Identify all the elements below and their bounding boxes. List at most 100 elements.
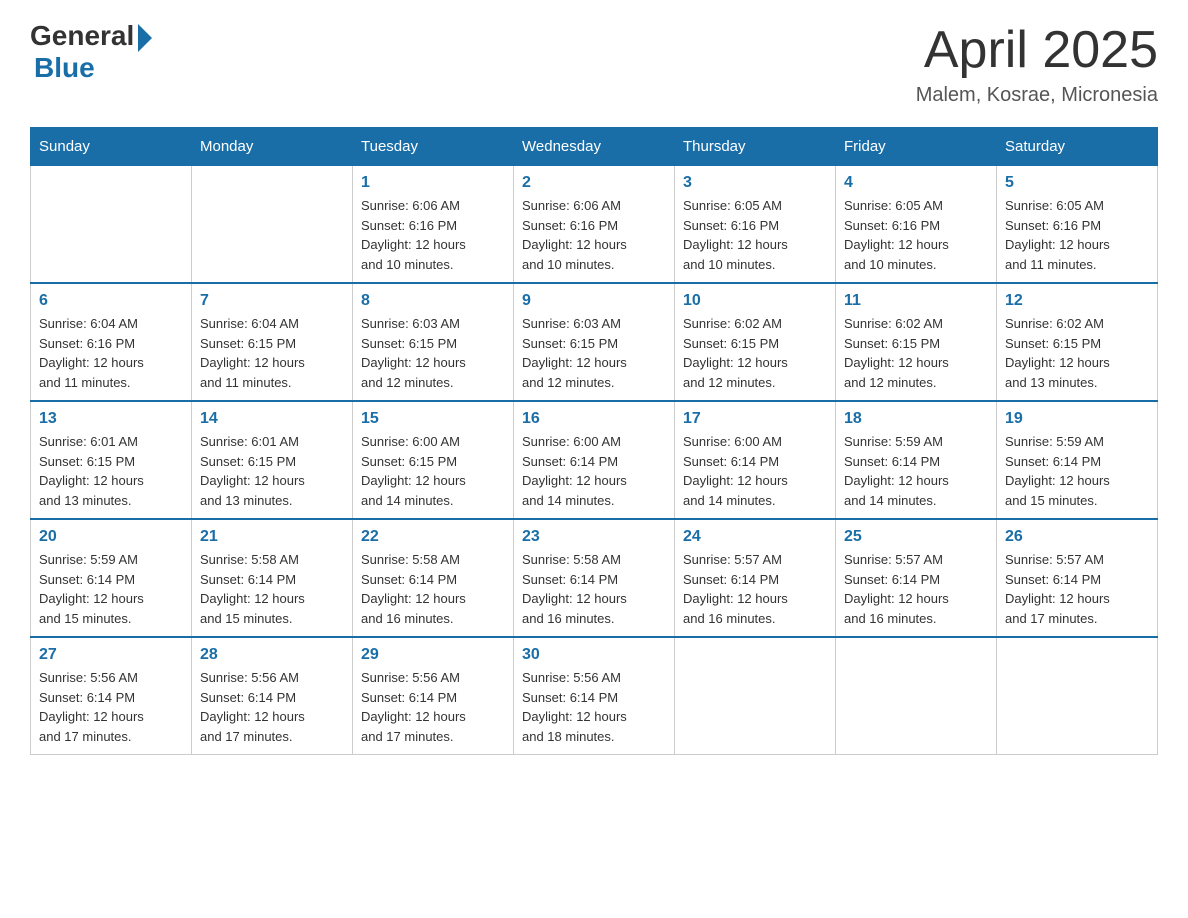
calendar-cell: 2 Sunrise: 6:06 AM Sunset: 6:16 PM Daylig…: [514, 166, 675, 284]
calendar-cell: 8 Sunrise: 6:03 AM Sunset: 6:15 PM Daylig…: [353, 283, 514, 401]
calendar-cell: 29 Sunrise: 5:56 AM Sunset: 6:14 PM Dayli…: [353, 637, 514, 755]
day-info: Sunrise: 5:57 AM Sunset: 6:14 PM Dayligh…: [844, 550, 988, 628]
logo-blue-text: Blue: [34, 52, 95, 84]
calendar-cell: 26 Sunrise: 5:57 AM Sunset: 6:14 PM Dayli…: [997, 519, 1158, 637]
calendar-cell: 19 Sunrise: 5:59 AM Sunset: 6:14 PM Dayli…: [997, 401, 1158, 519]
day-number: 21: [200, 528, 344, 546]
day-info: Sunrise: 5:57 AM Sunset: 6:14 PM Dayligh…: [1005, 550, 1149, 628]
day-number: 7: [200, 292, 344, 310]
day-info: Sunrise: 6:06 AM Sunset: 6:16 PM Dayligh…: [522, 196, 666, 274]
calendar-week-row: 13 Sunrise: 6:01 AM Sunset: 6:15 PM Dayli…: [31, 401, 1158, 519]
calendar-cell: 30Sunrise: 5:56 AM Sunset: 6:14 PM Dayli…: [514, 637, 675, 755]
day-number: 28: [200, 646, 344, 664]
day-info: Sunrise: 5:59 AM Sunset: 6:14 PM Dayligh…: [39, 550, 183, 628]
calendar-week-row: 1 Sunrise: 6:06 AM Sunset: 6:16 PM Daylig…: [31, 166, 1158, 284]
title-section: April 2025 Malem, Kosrae, Micronesia: [916, 20, 1158, 107]
logo-arrow-icon: [138, 24, 152, 52]
calendar-cell: 9 Sunrise: 6:03 AM Sunset: 6:15 PM Daylig…: [514, 283, 675, 401]
calendar-week-row: 20 Sunrise: 5:59 AM Sunset: 6:14 PM Dayli…: [31, 519, 1158, 637]
day-number: 13: [39, 410, 183, 428]
day-info: Sunrise: 6:04 AM Sunset: 6:15 PM Dayligh…: [200, 314, 344, 392]
day-info: Sunrise: 6:00 AM Sunset: 6:15 PM Dayligh…: [361, 432, 505, 510]
calendar-cell: 7 Sunrise: 6:04 AM Sunset: 6:15 PM Daylig…: [192, 283, 353, 401]
calendar-cell: [836, 637, 997, 755]
calendar-cell: [675, 637, 836, 755]
day-info: Sunrise: 6:00 AM Sunset: 6:14 PM Dayligh…: [522, 432, 666, 510]
day-number: 23: [522, 528, 666, 546]
calendar-cell: 4 Sunrise: 6:05 AM Sunset: 6:16 PM Daylig…: [836, 166, 997, 284]
calendar-cell: 14 Sunrise: 6:01 AM Sunset: 6:15 PM Dayli…: [192, 401, 353, 519]
calendar-cell: 15 Sunrise: 6:00 AM Sunset: 6:15 PM Dayli…: [353, 401, 514, 519]
calendar-cell: [997, 637, 1158, 755]
day-number: 29: [361, 646, 505, 664]
day-info: Sunrise: 6:00 AM Sunset: 6:14 PM Dayligh…: [683, 432, 827, 510]
day-number: 25: [844, 528, 988, 546]
day-info: Sunrise: 5:58 AM Sunset: 6:14 PM Dayligh…: [522, 550, 666, 628]
day-info: Sunrise: 6:05 AM Sunset: 6:16 PM Dayligh…: [683, 196, 827, 274]
day-info: Sunrise: 6:05 AM Sunset: 6:16 PM Dayligh…: [844, 196, 988, 274]
day-number: 17: [683, 410, 827, 428]
day-info: Sunrise: 6:06 AM Sunset: 6:16 PM Dayligh…: [361, 196, 505, 274]
logo: General Blue: [30, 20, 152, 84]
day-info: Sunrise: 5:59 AM Sunset: 6:14 PM Dayligh…: [1005, 432, 1149, 510]
day-number: 14: [200, 410, 344, 428]
day-info: Sunrise: 6:01 AM Sunset: 6:15 PM Dayligh…: [39, 432, 183, 510]
month-title: April 2025: [916, 20, 1158, 80]
calendar-cell: 5 Sunrise: 6:05 AM Sunset: 6:16 PM Daylig…: [997, 166, 1158, 284]
day-number: 18: [844, 410, 988, 428]
day-info: Sunrise: 6:04 AM Sunset: 6:16 PM Dayligh…: [39, 314, 183, 392]
day-info: Sunrise: 5:56 AM Sunset: 6:14 PM Dayligh…: [361, 668, 505, 746]
day-number: 6: [39, 292, 183, 310]
day-number: 20: [39, 528, 183, 546]
calendar-week-row: 6 Sunrise: 6:04 AM Sunset: 6:16 PM Daylig…: [31, 283, 1158, 401]
day-number: 2: [522, 174, 666, 192]
day-info: Sunrise: 6:03 AM Sunset: 6:15 PM Dayligh…: [361, 314, 505, 392]
calendar-cell: 25 Sunrise: 5:57 AM Sunset: 6:14 PM Dayli…: [836, 519, 997, 637]
day-number: 30: [522, 646, 666, 664]
day-info: Sunrise: 5:56 AM Sunset: 6:14 PM Dayligh…: [39, 668, 183, 746]
day-info: Sunrise: 6:02 AM Sunset: 6:15 PM Dayligh…: [844, 314, 988, 392]
day-number: 11: [844, 292, 988, 310]
calendar-cell: 10Sunrise: 6:02 AM Sunset: 6:15 PM Dayli…: [675, 283, 836, 401]
day-of-week-header: Monday: [192, 128, 353, 166]
calendar-week-row: 27 Sunrise: 5:56 AM Sunset: 6:14 PM Dayli…: [31, 637, 1158, 755]
day-info: Sunrise: 6:03 AM Sunset: 6:15 PM Dayligh…: [522, 314, 666, 392]
day-number: 27: [39, 646, 183, 664]
day-of-week-header: Friday: [836, 128, 997, 166]
day-number: 4: [844, 174, 988, 192]
calendar-cell: [192, 166, 353, 284]
calendar-cell: 12 Sunrise: 6:02 AM Sunset: 6:15 PM Dayli…: [997, 283, 1158, 401]
calendar-cell: 28 Sunrise: 5:56 AM Sunset: 6:14 PM Dayli…: [192, 637, 353, 755]
day-info: Sunrise: 6:01 AM Sunset: 6:15 PM Dayligh…: [200, 432, 344, 510]
calendar-cell: 16 Sunrise: 6:00 AM Sunset: 6:14 PM Dayli…: [514, 401, 675, 519]
location-text: Malem, Kosrae, Micronesia: [916, 84, 1158, 107]
calendar-cell: 21Sunrise: 5:58 AM Sunset: 6:14 PM Dayli…: [192, 519, 353, 637]
days-header-row: SundayMondayTuesdayWednesdayThursdayFrid…: [31, 128, 1158, 166]
calendar-cell: 20 Sunrise: 5:59 AM Sunset: 6:14 PM Dayli…: [31, 519, 192, 637]
calendar-cell: 11 Sunrise: 6:02 AM Sunset: 6:15 PM Dayli…: [836, 283, 997, 401]
day-number: 16: [522, 410, 666, 428]
day-info: Sunrise: 5:59 AM Sunset: 6:14 PM Dayligh…: [844, 432, 988, 510]
day-number: 26: [1005, 528, 1149, 546]
day-of-week-header: Tuesday: [353, 128, 514, 166]
day-of-week-header: Saturday: [997, 128, 1158, 166]
day-info: Sunrise: 5:56 AM Sunset: 6:14 PM Dayligh…: [200, 668, 344, 746]
day-number: 5: [1005, 174, 1149, 192]
day-of-week-header: Sunday: [31, 128, 192, 166]
day-of-week-header: Wednesday: [514, 128, 675, 166]
day-number: 15: [361, 410, 505, 428]
calendar-cell: 13 Sunrise: 6:01 AM Sunset: 6:15 PM Dayli…: [31, 401, 192, 519]
calendar-cell: 22Sunrise: 5:58 AM Sunset: 6:14 PM Dayli…: [353, 519, 514, 637]
day-number: 19: [1005, 410, 1149, 428]
logo-general-text: General: [30, 20, 134, 52]
day-info: Sunrise: 6:02 AM Sunset: 6:15 PM Dayligh…: [1005, 314, 1149, 392]
calendar-cell: 24Sunrise: 5:57 AM Sunset: 6:14 PM Dayli…: [675, 519, 836, 637]
day-info: Sunrise: 6:05 AM Sunset: 6:16 PM Dayligh…: [1005, 196, 1149, 274]
day-number: 1: [361, 174, 505, 192]
day-number: 24: [683, 528, 827, 546]
calendar-cell: 23 Sunrise: 5:58 AM Sunset: 6:14 PM Dayli…: [514, 519, 675, 637]
day-number: 8: [361, 292, 505, 310]
calendar-cell: 18 Sunrise: 5:59 AM Sunset: 6:14 PM Dayli…: [836, 401, 997, 519]
day-number: 12: [1005, 292, 1149, 310]
day-number: 9: [522, 292, 666, 310]
